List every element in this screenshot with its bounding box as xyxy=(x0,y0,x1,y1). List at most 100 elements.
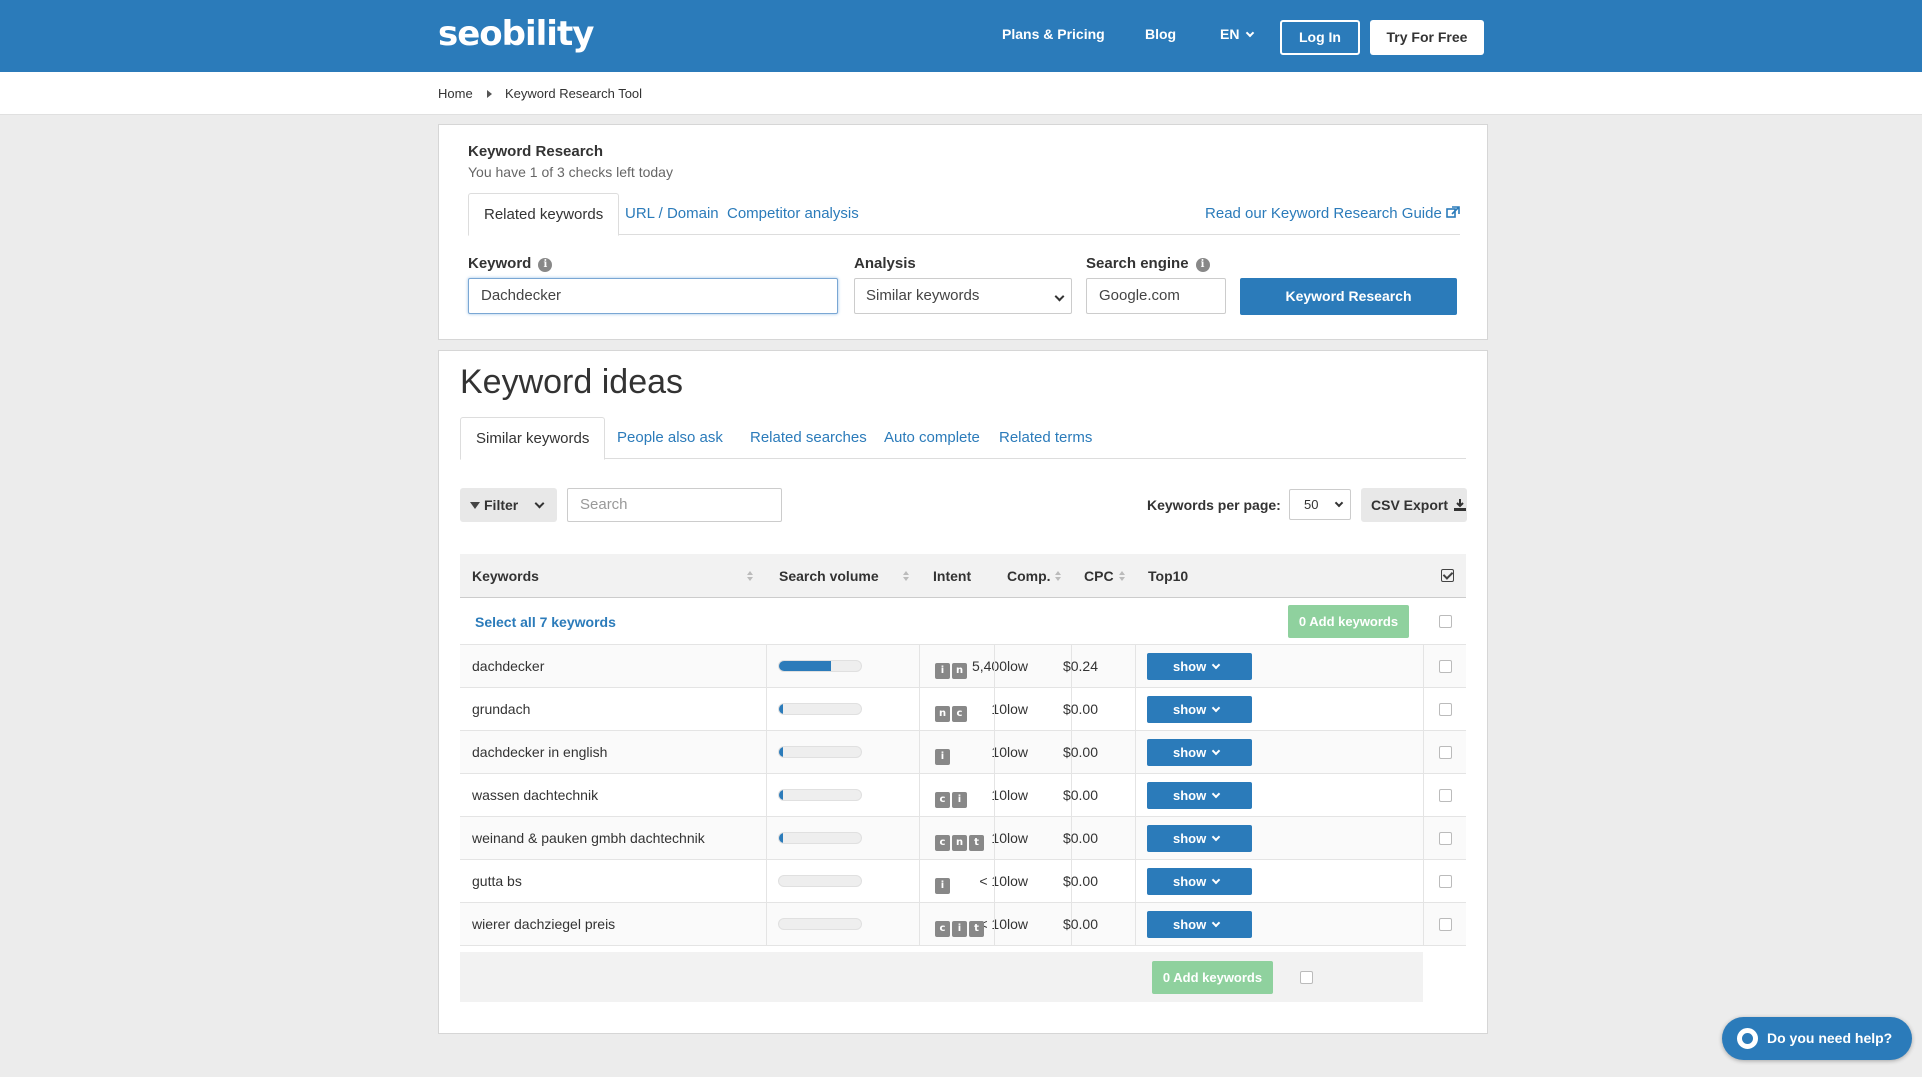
show-top10-button[interactable]: show xyxy=(1147,911,1252,938)
volume-bar-fill xyxy=(779,661,831,671)
nav-blog[interactable]: Blog xyxy=(1145,26,1176,42)
col-search-volume[interactable]: Search volume xyxy=(779,568,879,584)
col-cpc[interactable]: CPC xyxy=(1084,568,1114,584)
search-engine-label: Search engine i xyxy=(1086,255,1210,272)
top-navbar: seobility Plans & Pricing Blog EN Log In… xyxy=(0,0,1922,72)
comp-cell: low xyxy=(1007,873,1029,889)
chevron-down-icon xyxy=(1334,498,1344,508)
keyword-research-button[interactable]: Keyword Research xyxy=(1240,278,1457,315)
row-checkbox[interactable] xyxy=(1439,660,1452,673)
row-checkbox[interactable] xyxy=(1439,918,1452,931)
show-label: show xyxy=(1173,702,1207,717)
row-checkbox[interactable] xyxy=(1439,703,1452,716)
try-for-free-button[interactable]: Try For Free xyxy=(1370,20,1484,55)
tab-people-also-ask[interactable]: People also ask xyxy=(602,417,738,459)
research-guide-link[interactable]: Read our Keyword Research Guide xyxy=(1205,193,1460,235)
show-top10-button[interactable]: show xyxy=(1147,868,1252,895)
cpc-cell: $0.00 xyxy=(1062,873,1098,889)
column-divider xyxy=(919,860,920,903)
show-label: show xyxy=(1173,745,1207,760)
col-keywords[interactable]: Keywords xyxy=(472,568,539,584)
row-checkbox[interactable] xyxy=(1439,832,1452,845)
chevron-down-icon xyxy=(1211,703,1221,713)
add-keywords-button[interactable]: 0 Add keywords xyxy=(1288,605,1409,638)
breadcrumb-home[interactable]: Home xyxy=(438,86,473,101)
guide-link-label: Read our Keyword Research Guide xyxy=(1205,205,1442,222)
intent-cell: ci xyxy=(935,789,969,808)
intent-badge: i xyxy=(935,663,950,679)
csv-export-button[interactable]: CSV Export xyxy=(1361,488,1467,522)
analysis-select[interactable]: Similar keywords xyxy=(854,278,1072,314)
check-all-icon[interactable] xyxy=(1441,569,1454,582)
keywords-per-page-label: Keywords per page: xyxy=(1147,497,1281,513)
show-top10-button[interactable]: show xyxy=(1147,782,1252,809)
column-divider xyxy=(994,645,995,688)
tab-related-keywords[interactable]: Related keywords xyxy=(468,193,620,236)
intent-badge: n xyxy=(952,835,967,851)
keyword-ideas-panel: Keyword ideas Similar keywords People al… xyxy=(438,350,1488,1034)
intent-badge: t xyxy=(969,921,984,937)
table-row: dachdecker in english 10 i low $0.00 sho… xyxy=(460,731,1466,774)
breadcrumb-current: Keyword Research Tool xyxy=(505,86,643,101)
nav-plans-pricing[interactable]: Plans & Pricing xyxy=(1002,26,1105,42)
seobility-logo[interactable]: seobility xyxy=(438,14,594,54)
column-divider xyxy=(1423,731,1424,774)
column-divider xyxy=(994,903,995,946)
search-engine-input[interactable]: Google.com xyxy=(1086,278,1226,314)
col-comp[interactable]: Comp. xyxy=(1007,568,1051,584)
column-divider xyxy=(994,688,995,731)
footer-checkbox[interactable] xyxy=(1300,971,1313,984)
tab-auto-complete[interactable]: Auto complete xyxy=(869,417,995,459)
keyword-search-input[interactable]: Search xyxy=(567,488,782,522)
keyword-cell: dachdecker xyxy=(472,658,545,674)
external-link-icon xyxy=(1446,206,1460,218)
table-row: weinand & pauken gmbh dachtechnik 10 cnt… xyxy=(460,817,1466,860)
intent-cell: cit xyxy=(935,918,986,937)
comp-cell: low xyxy=(1007,658,1029,674)
show-top10-button[interactable]: show xyxy=(1147,653,1252,680)
keywords-per-page-select[interactable]: 50 xyxy=(1289,489,1351,520)
column-divider xyxy=(766,903,767,946)
info-icon[interactable]: i xyxy=(1195,258,1210,272)
intent-badge: t xyxy=(969,835,984,851)
row-checkbox[interactable] xyxy=(1439,789,1452,802)
tab-competitor-analysis[interactable]: Competitor analysis xyxy=(712,193,874,235)
keyword-ideas-title: Keyword ideas xyxy=(460,363,684,401)
column-divider xyxy=(1135,860,1136,903)
comp-cell: low xyxy=(1007,744,1029,760)
chevron-down-icon xyxy=(1211,918,1221,928)
column-divider xyxy=(1423,774,1424,817)
filter-button[interactable]: Filter xyxy=(460,488,557,522)
comp-cell: low xyxy=(1007,830,1029,846)
column-divider xyxy=(1423,817,1424,860)
keyword-cell: dachdecker in english xyxy=(472,744,608,760)
login-button[interactable]: Log In xyxy=(1280,20,1360,55)
column-divider xyxy=(919,903,920,946)
tab-similar-keywords[interactable]: Similar keywords xyxy=(460,417,606,460)
chevron-down-icon xyxy=(534,498,545,509)
row-checkbox[interactable] xyxy=(1439,746,1452,759)
add-keywords-button-bottom[interactable]: 0 Add keywords xyxy=(1152,961,1273,994)
column-divider xyxy=(1423,645,1424,688)
table-footer: 0 Add keywords xyxy=(460,952,1423,1002)
chevron-down-icon xyxy=(1211,789,1221,799)
cpc-cell: $0.00 xyxy=(1062,916,1098,932)
tab-related-terms[interactable]: Related terms xyxy=(984,417,1107,459)
checks-left-text: You have 1 of 3 checks left today xyxy=(468,164,673,180)
column-divider xyxy=(1135,645,1136,688)
show-top10-button[interactable]: show xyxy=(1147,739,1252,766)
select-all-checkbox[interactable] xyxy=(1439,615,1452,628)
column-divider xyxy=(1135,731,1136,774)
language-selector[interactable]: EN xyxy=(1220,26,1255,42)
keyword-label: Keyword i xyxy=(468,255,553,272)
show-top10-button[interactable]: show xyxy=(1147,696,1252,723)
row-checkbox[interactable] xyxy=(1439,875,1452,888)
show-top10-button[interactable]: show xyxy=(1147,825,1252,852)
keyword-input[interactable]: Dachdecker xyxy=(468,278,838,314)
info-icon[interactable]: i xyxy=(538,258,553,272)
column-divider xyxy=(919,774,920,817)
help-button[interactable]: Do you need help? xyxy=(1722,1017,1912,1060)
tab-related-searches[interactable]: Related searches xyxy=(735,417,882,459)
select-all-link[interactable]: Select all 7 keywords xyxy=(475,614,616,630)
panel-title: Keyword Research xyxy=(468,143,604,160)
